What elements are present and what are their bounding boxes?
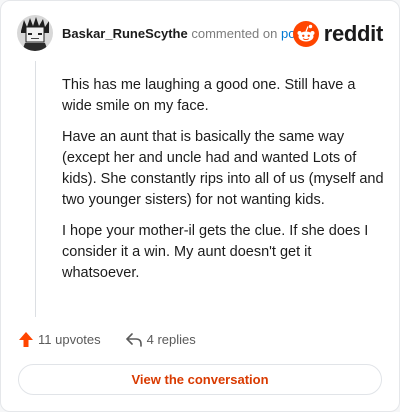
reddit-wordmark: reddit (323, 21, 384, 46)
comment-body: This has me laughing a good one. Still h… (62, 75, 384, 294)
reddit-snoo-icon (292, 21, 319, 47)
upvote-count: 11 upvotes (38, 332, 101, 347)
reply-count: 4 replies (146, 332, 196, 347)
comment-paragraph-2: Have an aunt that is basically the same … (62, 129, 384, 208)
username[interactable]: Baskar_RuneScythe (62, 26, 188, 41)
comment-header: Baskar_RuneScythe commented on post (62, 26, 306, 42)
comment-card: Baskar_RuneScythe commented on post redd… (0, 0, 400, 412)
reddit-logo[interactable]: reddit (292, 21, 384, 47)
comment-actions: 11 upvotes 4 replies (18, 331, 196, 348)
commented-on-text: commented on (191, 26, 278, 41)
upvote-arrow-icon (19, 332, 33, 347)
upvote-button[interactable]: 11 upvotes (18, 331, 101, 348)
comment-paragraph-3: I hope your mother-il gets the clue. If … (62, 223, 369, 281)
comment-paragraph-1: This has me laughing a good one. Still h… (62, 77, 356, 114)
user-avatar[interactable] (17, 15, 53, 51)
thread-line (35, 61, 36, 317)
reply-arrow-icon (125, 332, 142, 347)
view-conversation-button[interactable]: View the conversation (18, 364, 382, 395)
replies-button[interactable]: 4 replies (125, 332, 196, 348)
